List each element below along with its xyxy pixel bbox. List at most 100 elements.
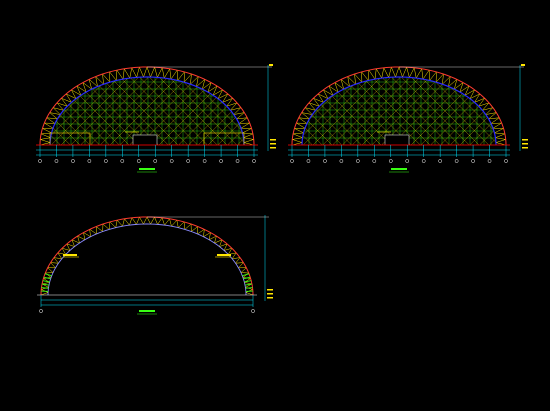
grid-bubble [471,159,475,163]
truss-web [406,67,410,78]
level-marker [270,147,276,149]
grid-bubble [219,159,223,163]
truss-web [383,67,389,78]
truss-web [442,74,444,85]
infill-diagonal [489,77,496,145]
truss-web [139,67,144,78]
truss-web [40,133,51,138]
truss-web [170,70,178,80]
truss-web [42,282,50,285]
truss-web [169,68,172,80]
infill-diagonal [302,77,303,145]
elevation-view-b [166,64,550,173]
infill-diagonal [469,77,496,145]
grid-bubble [252,159,256,163]
truss-web [203,232,211,237]
truss-web [191,226,198,232]
infill-diagonal [0,77,11,145]
infill-diagonal [479,77,496,145]
truss-web [354,73,363,83]
truss-web [108,221,111,230]
truss-web [102,223,110,230]
truss-web [83,232,86,240]
infill-diagonal [0,77,41,145]
infill-diagonal [302,77,323,145]
infill-diagonal [215,77,283,145]
truss-inner-chord [47,223,247,296]
truss-web [171,219,178,227]
truss-web [495,137,506,140]
grid-bubble [372,159,377,163]
truss-web [109,221,116,228]
truss-web [292,137,303,140]
level-marker [269,64,273,66]
truss-web [176,220,179,228]
truss-web [89,229,91,237]
grid-bubble [235,159,240,163]
truss-web [154,67,158,78]
truss-web [122,68,125,80]
grid-bubble [169,159,174,163]
grid-bubble [405,159,410,163]
infill-diagonal [225,77,293,145]
truss-web [157,217,163,225]
truss-web [238,262,244,269]
truss-web [109,71,117,81]
cad-drawing-canvas [0,0,550,411]
truss-web [494,132,505,135]
truss-web [161,217,165,226]
truss-web [115,220,118,228]
grid-bubble [202,159,207,163]
grid-bubble [454,159,459,163]
truss-web [169,218,172,227]
truss-web [232,257,241,260]
infill-diagonal [217,77,244,145]
truss-web [40,292,49,296]
infill-diagonal [538,77,550,145]
infill-diagonal [302,77,303,145]
truss-web [154,217,158,225]
truss-web [243,133,254,138]
truss-web [164,68,170,79]
infill-diagonal [302,77,333,145]
truss-web [42,128,52,134]
truss-web [124,68,130,79]
truss-web [89,229,97,235]
truss-web [294,128,304,134]
truss-web [354,74,356,85]
door-opening [132,134,158,146]
infill-diagonal [215,77,283,145]
truss-web [495,139,506,143]
infill-diagonal [306,77,374,145]
truss-web [124,218,130,226]
truss-web [492,122,502,129]
infill-diagonal [0,77,2,145]
truss-web [116,70,124,80]
grid-bubble [38,159,42,163]
infill-diagonal [499,77,550,145]
truss-web [296,122,306,129]
truss-web [239,122,250,124]
truss-web [429,71,437,81]
truss-web [177,71,185,81]
infill-diagonal [166,77,234,145]
grid-bubble [120,159,125,163]
truss-web [391,67,396,78]
infill-diagonal [166,77,234,145]
truss-web [435,73,444,83]
truss-web [190,74,192,85]
truss-web [374,68,377,80]
grid-bubble [421,159,426,163]
grid-bubble [71,159,75,163]
truss-web [197,229,205,235]
truss-web [416,68,422,79]
infill-diagonal [296,77,364,145]
truss-web [129,67,133,79]
grid-bubble [388,159,393,163]
grid-bubble [504,159,508,163]
truss-web [240,267,247,273]
level-marker [521,64,525,66]
truss-web [146,66,151,78]
truss-web [157,67,163,78]
truss-web [53,257,62,260]
